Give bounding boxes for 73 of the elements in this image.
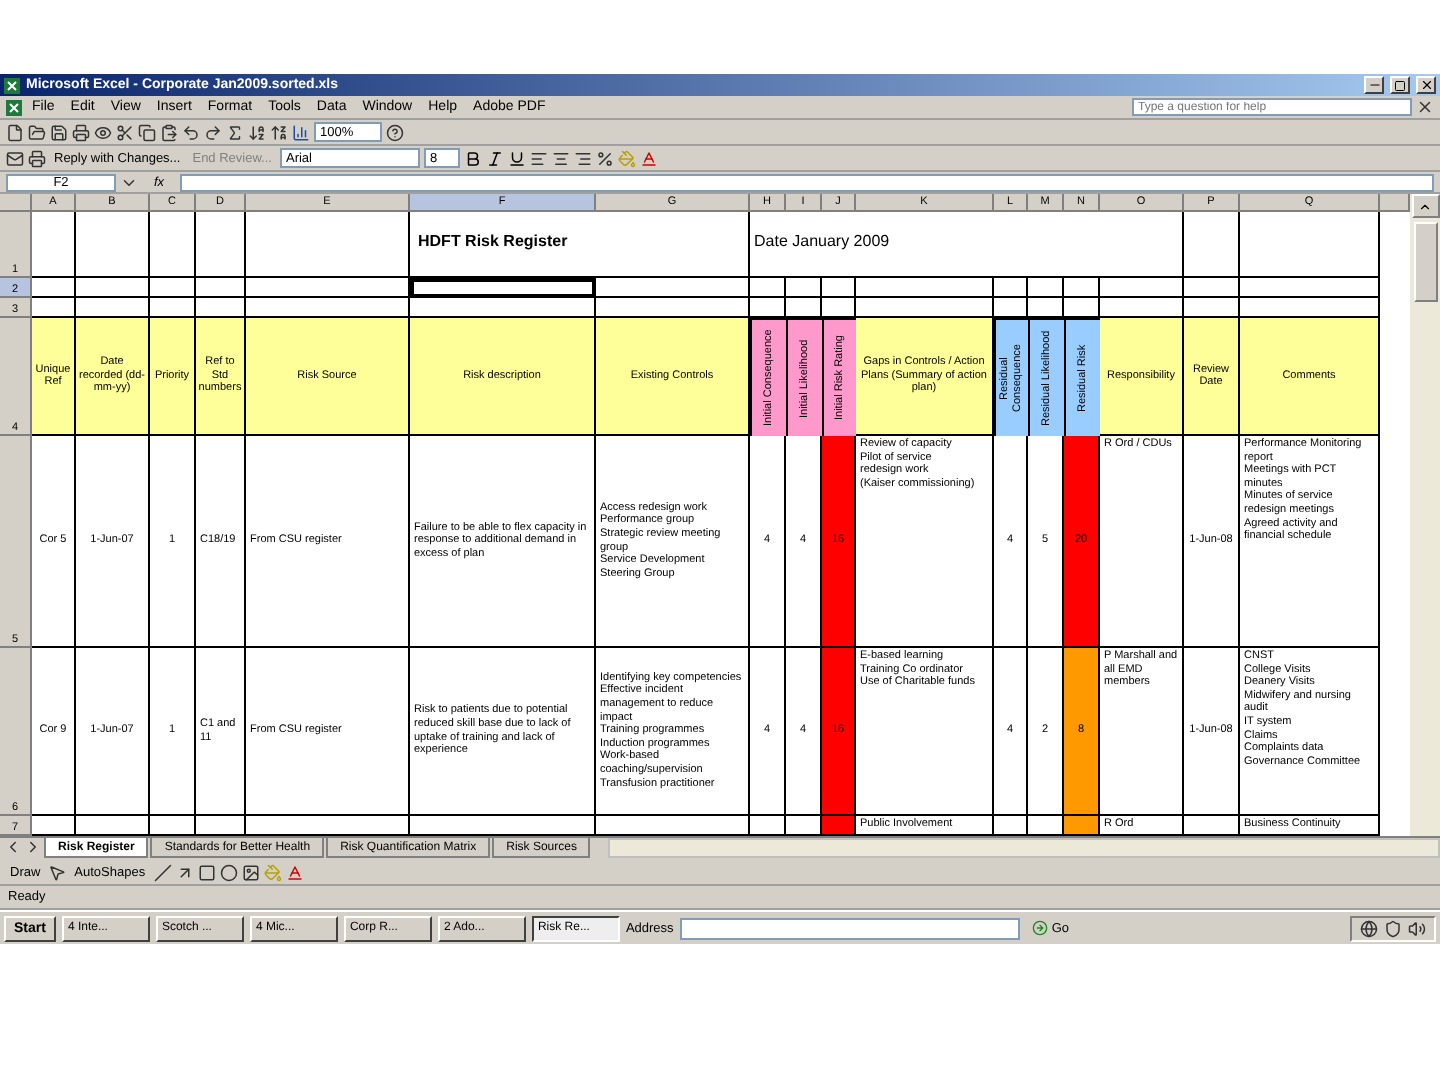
empty-cell[interactable] bbox=[596, 278, 750, 298]
formula-field[interactable] bbox=[180, 173, 1434, 191]
empty-cell[interactable] bbox=[76, 278, 150, 298]
empty-cell[interactable] bbox=[76, 212, 150, 278]
empty-cell[interactable] bbox=[150, 278, 196, 298]
globe-icon[interactable] bbox=[1360, 919, 1378, 937]
printer-icon[interactable] bbox=[72, 123, 90, 141]
scrollbar-thumb[interactable] bbox=[1413, 222, 1437, 302]
active-cell[interactable] bbox=[410, 278, 596, 298]
sort-descending-icon[interactable] bbox=[270, 123, 288, 141]
save-icon[interactable] bbox=[50, 123, 68, 141]
empty-cell[interactable] bbox=[1240, 212, 1380, 278]
folder-icon[interactable] bbox=[28, 123, 46, 141]
percent-icon[interactable] bbox=[595, 149, 614, 167]
empty-cell[interactable] bbox=[1240, 278, 1380, 298]
empty-cell[interactable] bbox=[1028, 278, 1064, 298]
italic-icon[interactable] bbox=[485, 149, 504, 167]
empty-cell[interactable] bbox=[1064, 278, 1100, 298]
printer-icon[interactable] bbox=[28, 149, 46, 167]
select-all-corner[interactable] bbox=[0, 194, 32, 212]
align-left-icon[interactable] bbox=[529, 149, 548, 167]
shield-icon[interactable] bbox=[1384, 919, 1402, 937]
font-color-icon[interactable] bbox=[285, 863, 304, 881]
copy-icon[interactable] bbox=[138, 123, 156, 141]
envelope-icon[interactable] bbox=[6, 149, 24, 167]
empty-cell[interactable] bbox=[994, 278, 1028, 298]
oval-icon[interactable] bbox=[219, 863, 238, 881]
picture-icon[interactable] bbox=[241, 863, 260, 881]
maximize-icon bbox=[1394, 79, 1406, 91]
pointer-icon[interactable] bbox=[48, 863, 67, 881]
date-cell: Date January 2009 bbox=[750, 212, 1184, 278]
address-field[interactable] bbox=[679, 917, 1020, 939]
empty-cell[interactable] bbox=[196, 278, 246, 298]
underline-icon[interactable] bbox=[507, 149, 526, 167]
speaker-icon[interactable] bbox=[1408, 919, 1426, 937]
rectangle-icon[interactable] bbox=[197, 863, 216, 881]
bar-chart-icon[interactable] bbox=[292, 123, 310, 141]
spreadsheet-app-icon bbox=[4, 77, 20, 93]
fill-color-icon[interactable] bbox=[263, 863, 282, 881]
empty-cell[interactable] bbox=[246, 212, 410, 278]
redo-icon[interactable] bbox=[204, 123, 222, 141]
align-right-icon[interactable] bbox=[573, 149, 592, 167]
new-file-icon[interactable] bbox=[6, 123, 24, 141]
scissors-icon[interactable] bbox=[116, 123, 134, 141]
undo-icon[interactable] bbox=[182, 123, 200, 141]
eye-icon[interactable] bbox=[94, 123, 112, 141]
horizontal-scrollbar[interactable] bbox=[608, 838, 1440, 858]
empty-cell[interactable] bbox=[1100, 278, 1184, 298]
arrow-icon[interactable] bbox=[175, 863, 194, 881]
vertical-scrollbar[interactable] bbox=[1410, 194, 1440, 836]
help-icon[interactable] bbox=[386, 123, 404, 141]
spreadsheet-app-icon[interactable] bbox=[6, 99, 22, 115]
minimize-icon bbox=[1367, 78, 1381, 92]
close-icon[interactable] bbox=[1416, 98, 1434, 116]
sort-ascending-icon[interactable] bbox=[248, 123, 266, 141]
minimize-button[interactable] bbox=[1364, 76, 1384, 94]
sheet-title: HDFT Risk Register bbox=[410, 212, 750, 278]
empty-cell[interactable] bbox=[1184, 278, 1240, 298]
empty-cell[interactable] bbox=[786, 278, 822, 298]
close-button[interactable] bbox=[1416, 76, 1436, 94]
maximize-button[interactable] bbox=[1390, 76, 1410, 94]
align-center-icon[interactable] bbox=[551, 149, 570, 167]
paste-icon[interactable] bbox=[160, 123, 178, 141]
font-color-icon[interactable] bbox=[639, 149, 658, 167]
empty-cell[interactable] bbox=[856, 278, 994, 298]
fill-color-icon[interactable] bbox=[617, 149, 636, 167]
bold-icon[interactable] bbox=[463, 149, 482, 167]
close-icon bbox=[1419, 78, 1433, 92]
empty-cell[interactable] bbox=[750, 278, 786, 298]
empty-cell[interactable] bbox=[246, 278, 410, 298]
sigma-icon[interactable] bbox=[226, 123, 244, 141]
line-icon[interactable] bbox=[153, 863, 172, 881]
empty-cell[interactable] bbox=[822, 278, 856, 298]
